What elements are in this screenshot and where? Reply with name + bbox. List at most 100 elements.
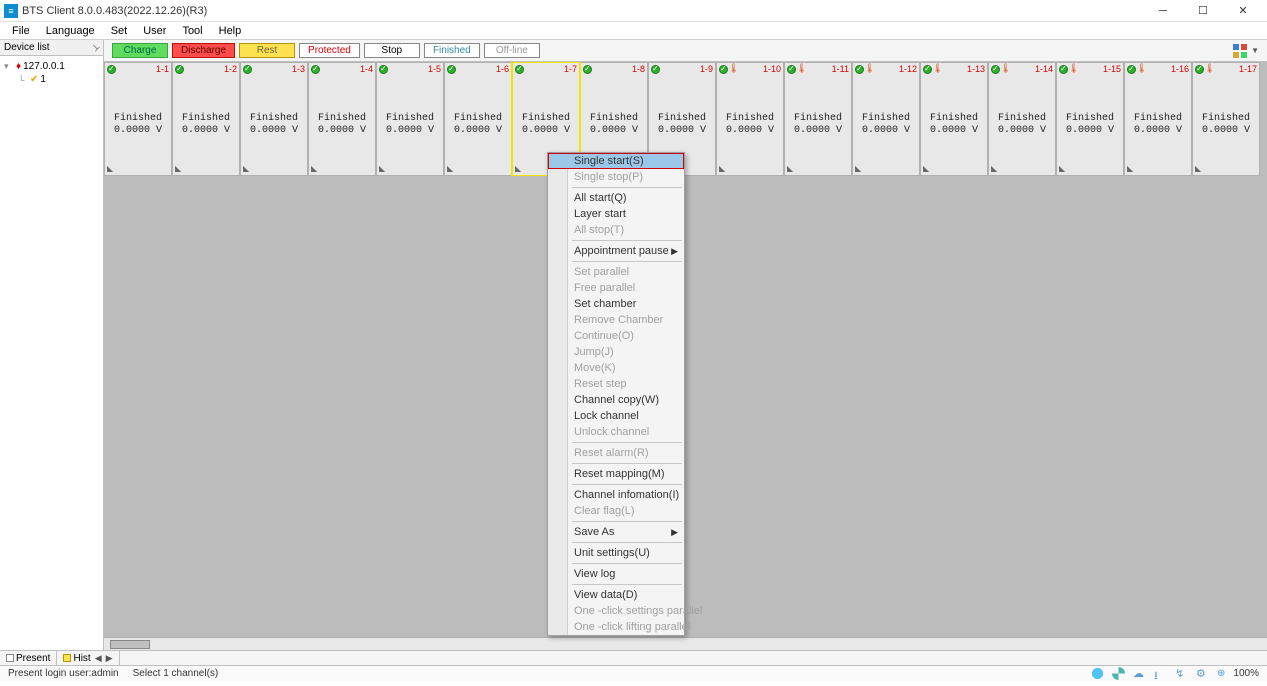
check-icon: ✔ — [30, 74, 38, 85]
maximize-button[interactable]: ☐ — [1183, 0, 1223, 22]
chat-icon[interactable] — [1091, 667, 1104, 680]
channel-body: Finished0.0000 V — [1134, 75, 1182, 175]
menu-item: Move(K) — [548, 360, 684, 376]
menu-item[interactable]: Appointment pause▶ — [548, 243, 684, 259]
channel-value: 0.0000 V — [998, 125, 1046, 137]
thermometer-icon — [1137, 65, 1146, 74]
tab-hist[interactable]: Hist ◀ ▶ — [57, 651, 119, 665]
channel-cell[interactable]: 1-5Finished0.0000 V◣ — [376, 62, 444, 176]
status-offline-button[interactable]: Off-line — [484, 43, 540, 58]
tree-leaf-icon: └ — [18, 75, 28, 85]
menu-item[interactable]: Channel copy(W) — [548, 392, 684, 408]
channel-cell-header: 1-13 — [921, 63, 987, 75]
bottom-tabs: Present Hist ◀ ▶ — [0, 650, 1267, 665]
cloud-icon[interactable]: ☁ — [1133, 667, 1146, 680]
channel-cell[interactable]: 1-14Finished0.0000 V◣ — [988, 62, 1056, 176]
status-discharge-button[interactable]: Discharge — [172, 43, 235, 58]
channel-cell[interactable]: 1-2Finished0.0000 V◣ — [172, 62, 240, 176]
channel-flags — [1195, 65, 1214, 74]
status-ok-icon — [787, 65, 796, 74]
menu-item[interactable]: Unit settings(U) — [548, 545, 684, 561]
menubar: File Language Set User Tool Help — [0, 22, 1267, 40]
channel-cell[interactable]: 1-13Finished0.0000 V◣ — [920, 62, 988, 176]
menu-item[interactable]: All start(Q) — [548, 190, 684, 206]
channel-body: Finished0.0000 V — [998, 75, 1046, 175]
layout-dropdown-icon[interactable]: ▼ — [1251, 46, 1259, 55]
tab-nav-left-icon[interactable]: ◀ — [95, 653, 102, 664]
channel-id: 1-14 — [1035, 64, 1053, 74]
menu-item[interactable]: Single start(S) — [548, 153, 684, 169]
tab-nav-right-icon[interactable]: ▶ — [106, 653, 113, 664]
status-rest-button[interactable]: Rest — [239, 43, 295, 58]
channel-cell[interactable]: 1-12Finished0.0000 V◣ — [852, 62, 920, 176]
menu-item[interactable]: Layer start — [548, 206, 684, 222]
menu-item[interactable]: Lock channel — [548, 408, 684, 424]
gear-icon[interactable]: ⚙ — [1196, 667, 1209, 680]
menu-set[interactable]: Set — [105, 24, 134, 38]
channel-status: Finished — [1134, 113, 1182, 125]
menu-item[interactable]: Channel infomation(I) — [548, 487, 684, 503]
download-icon[interactable]: ⭳ — [1154, 667, 1167, 680]
channel-cell[interactable]: 1-16Finished0.0000 V◣ — [1124, 62, 1192, 176]
tree-root-label: 127.0.0.1 — [23, 61, 65, 72]
channel-status: Finished — [930, 113, 978, 125]
menu-tool[interactable]: Tool — [176, 24, 208, 38]
menu-language[interactable]: Language — [40, 24, 101, 38]
status-ok-icon — [1059, 65, 1068, 74]
channel-cell[interactable]: 1-11Finished0.0000 V◣ — [784, 62, 852, 176]
tree-node-child[interactable]: └ ✔ 1 — [4, 73, 99, 86]
fan-icon[interactable] — [1112, 667, 1125, 680]
menu-item[interactable]: View log — [548, 566, 684, 582]
tree-node-root[interactable]: ▾ ♦ 127.0.0.1 — [4, 60, 99, 73]
channel-value: 0.0000 V — [250, 125, 298, 137]
menu-item: Reset alarm(R) — [548, 445, 684, 461]
channel-cell[interactable]: 1-17Finished0.0000 V◣ — [1192, 62, 1260, 176]
channel-cell[interactable]: 1-1Finished0.0000 V◣ — [104, 62, 172, 176]
channel-cell[interactable]: 1-6Finished0.0000 V◣ — [444, 62, 512, 176]
channel-id: 1-9 — [700, 64, 713, 74]
device-icon: ♦ — [16, 61, 21, 72]
menu-user[interactable]: User — [137, 24, 172, 38]
menu-help[interactable]: Help — [213, 24, 248, 38]
sync-icon[interactable]: ↯ — [1175, 667, 1188, 680]
channel-cell[interactable]: 1-15Finished0.0000 V◣ — [1056, 62, 1124, 176]
status-protected-button[interactable]: Protected — [299, 43, 360, 58]
menu-file[interactable]: File — [6, 24, 36, 38]
menu-item[interactable]: Set chamber — [548, 296, 684, 312]
channel-flags — [651, 65, 660, 74]
tree-collapse-icon[interactable]: ▾ — [4, 61, 14, 72]
horizontal-scrollbar[interactable] — [104, 637, 1267, 650]
window-title: BTS Client 8.0.0.483(2022.12.26)(R3) — [22, 5, 207, 17]
scrollbar-thumb[interactable] — [110, 640, 150, 649]
layout-grid-icon[interactable] — [1233, 44, 1247, 58]
channel-cell-header: 1-5 — [377, 63, 443, 75]
status-stop-button[interactable]: Stop — [364, 43, 420, 58]
menu-item-label: One -click settings parallel — [574, 605, 702, 617]
zoom-icon[interactable]: ⊕ — [1217, 668, 1225, 679]
menu-item-label: Appointment pause — [574, 245, 669, 257]
channel-status: Finished — [794, 113, 842, 125]
channel-value: 0.0000 V — [1134, 125, 1182, 137]
menu-item[interactable]: Save As▶ — [548, 524, 684, 540]
close-button[interactable]: ✕ — [1223, 0, 1263, 22]
channel-status: Finished — [250, 113, 298, 125]
status-ok-icon — [175, 65, 184, 74]
tab-present[interactable]: Present — [0, 651, 57, 665]
channel-status: Finished — [862, 113, 910, 125]
channel-cell[interactable]: 1-4Finished0.0000 V◣ — [308, 62, 376, 176]
channel-value: 0.0000 V — [386, 125, 434, 137]
menu-separator — [572, 261, 682, 262]
menu-item: Unlock channel — [548, 424, 684, 440]
status-finished-button[interactable]: Finished — [424, 43, 480, 58]
status-charge-button[interactable]: Charge — [112, 43, 168, 58]
menu-item[interactable]: Reset mapping(M) — [548, 466, 684, 482]
menu-item[interactable]: View data(D) — [548, 587, 684, 603]
channel-flags — [719, 65, 738, 74]
channel-cell[interactable]: 1-3Finished0.0000 V◣ — [240, 62, 308, 176]
channel-body: Finished0.0000 V — [1202, 75, 1250, 175]
titlebar: ≡ BTS Client 8.0.0.483(2022.12.26)(R3) ─… — [0, 0, 1267, 22]
menu-item-label: Reset step — [574, 378, 627, 390]
channel-cell[interactable]: 1-10Finished0.0000 V◣ — [716, 62, 784, 176]
minimize-button[interactable]: ─ — [1143, 0, 1183, 22]
pin-icon[interactable]: ⊣ — [88, 41, 101, 54]
